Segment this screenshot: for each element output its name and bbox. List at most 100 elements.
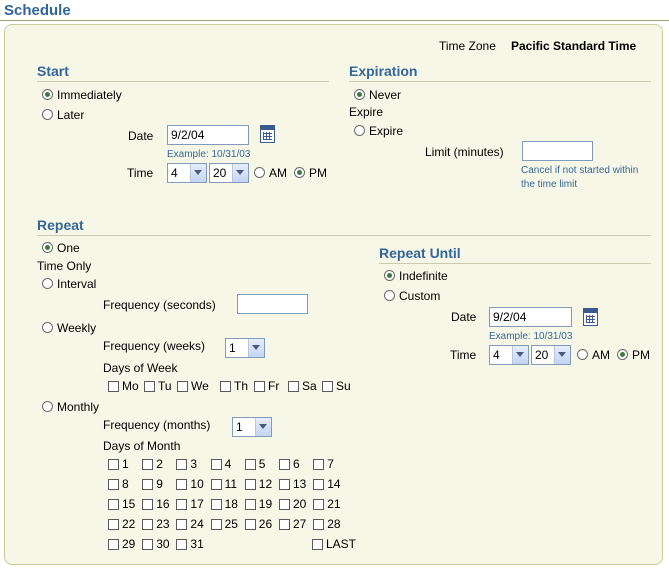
freq-seconds-input[interactable] bbox=[237, 294, 308, 314]
start-date-label: Date bbox=[128, 129, 154, 143]
repeat-interval-radio[interactable] bbox=[42, 278, 53, 289]
repeat-monthly-radio[interactable] bbox=[42, 401, 53, 412]
day-of-week-label: Su bbox=[336, 379, 351, 393]
repeat-one-time-label: One bbox=[57, 241, 80, 255]
start-am-radio[interactable] bbox=[254, 167, 265, 178]
expiration-expire-radio[interactable] bbox=[354, 125, 365, 136]
day-of-month-checkbox[interactable] bbox=[244, 459, 256, 470]
chevron-down-icon bbox=[248, 339, 264, 357]
repeat-one-time-label-2: Time Only bbox=[37, 259, 92, 273]
day-of-month-checkbox[interactable] bbox=[279, 479, 290, 490]
start-am-label: AM bbox=[269, 166, 287, 180]
repeat-one-time-radio[interactable] bbox=[42, 242, 53, 253]
day-of-month-checkbox[interactable] bbox=[176, 539, 188, 550]
day-of-month-checkbox[interactable] bbox=[244, 479, 256, 490]
day-of-week-checkbox[interactable] bbox=[144, 381, 155, 392]
day-of-month-checkbox[interactable] bbox=[210, 499, 222, 510]
day-of-week-checkbox[interactable] bbox=[220, 381, 231, 392]
repeat-header: Repeat bbox=[37, 217, 84, 233]
freq-months-select[interactable]: 1 bbox=[232, 417, 272, 437]
expiration-divider bbox=[349, 81, 651, 82]
day-of-month-checkbox[interactable] bbox=[313, 519, 325, 530]
day-of-month-checkbox[interactable] bbox=[279, 499, 290, 510]
repeat-until-indefinite-label: Indefinite bbox=[399, 269, 448, 283]
day-of-month-checkbox[interactable] bbox=[210, 459, 222, 470]
repeat-until-hour-select[interactable]: 4 bbox=[489, 345, 529, 365]
day-of-month-label: 31 bbox=[190, 537, 204, 551]
start-header: Start bbox=[37, 63, 69, 79]
start-later-label: Later bbox=[57, 108, 85, 122]
day-of-month-checkbox[interactable] bbox=[142, 519, 154, 530]
freq-weeks-label: Frequency (weeks) bbox=[103, 339, 206, 353]
repeat-until-custom-label: Custom bbox=[399, 289, 441, 303]
day-of-month-checkbox[interactable] bbox=[108, 499, 119, 510]
repeat-until-custom-radio[interactable] bbox=[384, 290, 395, 301]
day-of-month-checkbox[interactable] bbox=[279, 519, 290, 530]
expiration-never-radio[interactable] bbox=[354, 89, 365, 100]
day-of-month-checkbox[interactable] bbox=[176, 499, 188, 510]
day-of-week-label: Fr bbox=[268, 379, 280, 393]
expiration-header: Expiration bbox=[349, 63, 418, 79]
day-of-month-checkbox[interactable] bbox=[279, 459, 290, 470]
start-immediately-radio[interactable] bbox=[42, 89, 53, 100]
day-of-month-label: 25 bbox=[224, 517, 238, 531]
day-of-month-checkbox[interactable] bbox=[210, 519, 222, 530]
day-of-month-label: 18 bbox=[224, 497, 238, 511]
freq-weeks-select[interactable]: 1 bbox=[225, 338, 265, 358]
repeat-until-divider bbox=[379, 263, 651, 264]
repeat-until-am-radio[interactable] bbox=[577, 349, 588, 360]
day-of-month-label: 19 bbox=[258, 497, 273, 511]
day-of-month-label: 22 bbox=[122, 517, 136, 531]
day-of-month-checkbox[interactable] bbox=[176, 519, 188, 530]
day-of-month-checkbox[interactable] bbox=[108, 479, 119, 490]
day-of-week-checkbox[interactable] bbox=[288, 381, 299, 392]
day-of-month-checkbox[interactable] bbox=[108, 459, 119, 470]
day-of-month-checkbox[interactable] bbox=[108, 539, 119, 550]
day-of-month-checkbox[interactable] bbox=[108, 519, 119, 530]
start-pm-radio[interactable] bbox=[294, 167, 305, 178]
repeat-until-date-input[interactable] bbox=[489, 307, 572, 327]
day-of-month-checkbox[interactable] bbox=[142, 499, 154, 510]
day-of-week-checkbox[interactable] bbox=[177, 381, 188, 392]
start-calendar-icon[interactable] bbox=[260, 125, 275, 143]
start-date-input[interactable] bbox=[167, 125, 249, 145]
repeat-until-time-label: Time bbox=[450, 348, 477, 362]
days-of-week-label: Days of Week bbox=[103, 361, 178, 375]
day-of-month-checkbox[interactable] bbox=[176, 479, 188, 490]
day-of-week-checkbox[interactable] bbox=[254, 381, 265, 392]
day-of-month-label: 29 bbox=[122, 537, 136, 551]
limit-minutes-label: Limit (minutes) bbox=[425, 145, 504, 159]
repeat-until-pm-radio[interactable] bbox=[617, 349, 628, 360]
day-of-month-checkbox[interactable] bbox=[142, 539, 154, 550]
day-of-month-checkbox[interactable] bbox=[313, 459, 325, 470]
day-of-month-checkbox[interactable] bbox=[313, 499, 325, 510]
day-of-month-label: 14 bbox=[327, 477, 341, 491]
day-of-month-checkbox[interactable] bbox=[244, 519, 256, 530]
repeat-until-indefinite-radio[interactable] bbox=[384, 270, 395, 281]
day-last-checkbox[interactable] bbox=[312, 539, 323, 550]
day-of-month-label: 13 bbox=[293, 477, 307, 491]
start-minute-select[interactable]: 20 bbox=[209, 163, 249, 183]
day-of-month-checkbox[interactable] bbox=[313, 479, 325, 490]
repeat-until-calendar-icon[interactable] bbox=[583, 308, 598, 326]
start-later-radio[interactable] bbox=[42, 109, 53, 120]
day-of-month-label: 9 bbox=[156, 477, 163, 491]
repeat-until-minute-value: 20 bbox=[535, 348, 549, 362]
day-of-month-checkbox[interactable] bbox=[142, 459, 154, 470]
day-of-month-label: 28 bbox=[327, 517, 341, 531]
day-of-month-checkbox[interactable] bbox=[210, 479, 222, 490]
day-of-month-checkbox[interactable] bbox=[244, 499, 256, 510]
day-of-week-checkbox[interactable] bbox=[322, 381, 333, 392]
start-divider bbox=[37, 81, 329, 82]
repeat-until-header: Repeat Until bbox=[379, 245, 461, 261]
day-of-month-label: 12 bbox=[258, 477, 273, 491]
start-hour-select[interactable]: 4 bbox=[167, 163, 207, 183]
day-of-month-label: 6 bbox=[293, 457, 300, 471]
day-of-month-checkbox[interactable] bbox=[142, 479, 154, 490]
repeat-weekly-radio[interactable] bbox=[42, 322, 53, 333]
repeat-until-minute-select[interactable]: 20 bbox=[531, 345, 571, 365]
day-of-week-checkbox[interactable] bbox=[108, 381, 119, 392]
limit-minutes-input[interactable] bbox=[522, 141, 593, 161]
day-of-month-label: 5 bbox=[258, 457, 266, 471]
day-of-month-checkbox[interactable] bbox=[176, 459, 188, 470]
